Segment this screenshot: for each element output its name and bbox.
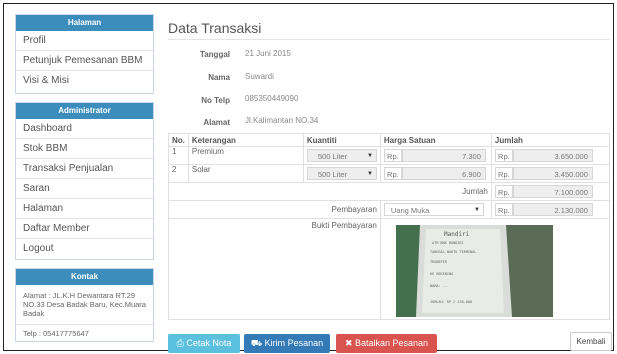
chevron-down-icon: ▼ xyxy=(366,153,373,159)
administrator-panel-title: Administrator xyxy=(16,103,153,119)
receipt-line: KE REKENING xyxy=(430,272,453,276)
notelp-label: No Telp xyxy=(201,96,230,105)
header-keterangan: Keterangan xyxy=(187,133,304,147)
kirim-pesanan-label: Kirim Pesanan xyxy=(264,338,324,348)
rp-addon: Rp. xyxy=(383,167,402,180)
sidebar-item-logout[interactable]: Logout xyxy=(16,239,153,258)
tanggal-value: 21 Juni 2015 xyxy=(245,49,291,58)
halaman-panel: Halaman Profil Petunjuk Pemesanan BBM Vi… xyxy=(15,14,154,94)
jumlah-field[interactable]: 3.650.000 xyxy=(512,149,593,162)
cetak-nota-label: Cetak Nota xyxy=(186,338,232,348)
kuantiti-value: 500 Liter xyxy=(317,170,348,179)
kontak-panel-title: Kontak xyxy=(16,269,153,285)
sidebar-item-halaman[interactable]: Halaman xyxy=(16,199,153,219)
batalkan-pesanan-button[interactable]: ✖ Batalkan Pesanan xyxy=(336,334,437,353)
kontak-phone: Telp : 05417775647 xyxy=(16,324,153,342)
harga-field[interactable]: 6.900 xyxy=(401,167,486,180)
bukti-label: Bukti Pembayaran xyxy=(168,218,381,320)
kuantiti-select[interactable]: 500 Liter ▼ xyxy=(306,167,377,180)
cetak-nota-button[interactable]: ⎙ Cetak Nota xyxy=(168,334,240,353)
sidebar-item-petunjuk[interactable]: Petunjuk Pemesanan BBM xyxy=(16,51,153,71)
jumlah-label: Jumlah xyxy=(168,182,492,201)
kembali-button[interactable]: Kembali xyxy=(570,332,612,351)
chevron-down-icon: ▼ xyxy=(366,171,373,177)
row-no: 1 xyxy=(168,146,189,165)
sidebar-item-visi-misi[interactable]: Visi & Misi xyxy=(16,71,153,90)
rp-addon: Rp. xyxy=(494,185,513,198)
receipt-line: Mandiri xyxy=(444,231,470,238)
row-keterangan: Premium xyxy=(187,146,304,165)
batalkan-pesanan-label: Batalkan Pesanan xyxy=(355,338,429,348)
page-title: Data Transaksi xyxy=(168,20,262,36)
pembayaran-value: Uang Muka xyxy=(390,206,430,215)
sidebar-item-transaksi-penjualan[interactable]: Transaksi Penjualan xyxy=(16,159,153,179)
harga-field[interactable]: 7.300 xyxy=(401,149,486,162)
kirim-pesanan-button[interactable]: ⛟ Kirim Pesanan xyxy=(244,334,330,353)
receipt-line: TANGGAL WAKTU TERMINAL xyxy=(430,250,476,254)
title-divider xyxy=(168,39,610,40)
receipt-line: NAMA: ... xyxy=(430,284,449,288)
nama-label: Nama xyxy=(208,73,230,82)
header-kuantiti: Kuantiti xyxy=(302,133,381,147)
sidebar-item-profil[interactable]: Profil xyxy=(16,31,153,51)
rp-addon: Rp. xyxy=(494,167,513,180)
header-harga-satuan: Harga Satuan xyxy=(379,133,492,147)
truck-icon: ⛟ xyxy=(250,338,263,348)
receipt-line: ATM BNK MANDIRI xyxy=(432,241,464,245)
pembayaran-select[interactable]: Uang Muka ▼ xyxy=(383,203,484,216)
table-row: 1 Premium 500 Liter ▼ Rp. 7.300 Rp. 3.650.0… xyxy=(168,146,611,165)
print-icon: ⎙ xyxy=(176,338,184,348)
receipt-line: TRANSFER xyxy=(430,260,448,264)
table-row: 2 Solar 500 Liter ▼ Rp. 6.900 Rp. 3.450.000 xyxy=(168,164,611,183)
nama-value: Suwardi xyxy=(245,72,274,81)
sidebar-item-dashboard[interactable]: Dashboard xyxy=(16,119,153,139)
rp-addon: Rp. xyxy=(383,149,402,162)
receipt-photo-graphic: Mandiri ATM BNK MANDIRI TANGGAL WAKTU TE… xyxy=(396,225,553,317)
notelp-value: 085350449090 xyxy=(245,94,299,103)
sidebar-item-daftar-member[interactable]: Daftar Member xyxy=(16,219,153,239)
rp-addon: Rp. xyxy=(494,203,513,216)
table-header-row: No. Keterangan Kuantiti Harga Satuan Jum… xyxy=(168,133,611,147)
jumlah-field[interactable]: 3.450.000 xyxy=(512,167,593,180)
pembayaran-amount-field[interactable]: 2.130.000 xyxy=(512,203,593,216)
sidebar-item-stok-bbm[interactable]: Stok BBM xyxy=(16,139,153,159)
row-keterangan: Solar xyxy=(187,164,304,183)
sidebar-item-saran[interactable]: Saran xyxy=(16,179,153,199)
jumlah-total-field[interactable]: 7.100.000 xyxy=(512,185,593,198)
jumlah-row: Jumlah Rp. 7.100.000 xyxy=(168,182,611,201)
header-no: No. xyxy=(168,133,189,147)
alamat-value: Jl.Kalimantan NO.34 xyxy=(245,116,319,125)
pembayaran-row: Pembayaran Uang Muka ▼ Rp. 2.130.000 xyxy=(168,200,611,219)
receipt-line: JUMLAH: RP 2.130.000 xyxy=(430,300,472,304)
administrator-panel: Administrator Dashboard Stok BBM Transak… xyxy=(15,102,154,260)
alamat-label: Alamat xyxy=(203,118,230,127)
cancel-icon: ✖ xyxy=(344,338,353,348)
header-jumlah: Jumlah xyxy=(490,133,611,147)
row-no: 2 xyxy=(168,164,189,183)
kuantiti-select[interactable]: 500 Liter ▼ xyxy=(306,149,377,162)
kontak-address: Alamat : JL.K.H Dewantara RT.29 NO.33 De… xyxy=(23,291,146,318)
rp-addon: Rp. xyxy=(494,149,513,162)
payment-receipt-image: Mandiri ATM BNK MANDIRI TANGGAL WAKTU TE… xyxy=(396,225,553,317)
kontak-panel: Kontak Alamat : JL.K.H Dewantara RT.29 N… xyxy=(15,268,154,342)
chevron-down-icon: ▼ xyxy=(473,207,480,213)
tanggal-label: Tanggal xyxy=(199,50,230,59)
pembayaran-label: Pembayaran xyxy=(168,200,381,219)
kuantiti-value: 500 Liter xyxy=(317,152,348,161)
halaman-panel-title: Halaman xyxy=(16,15,153,31)
